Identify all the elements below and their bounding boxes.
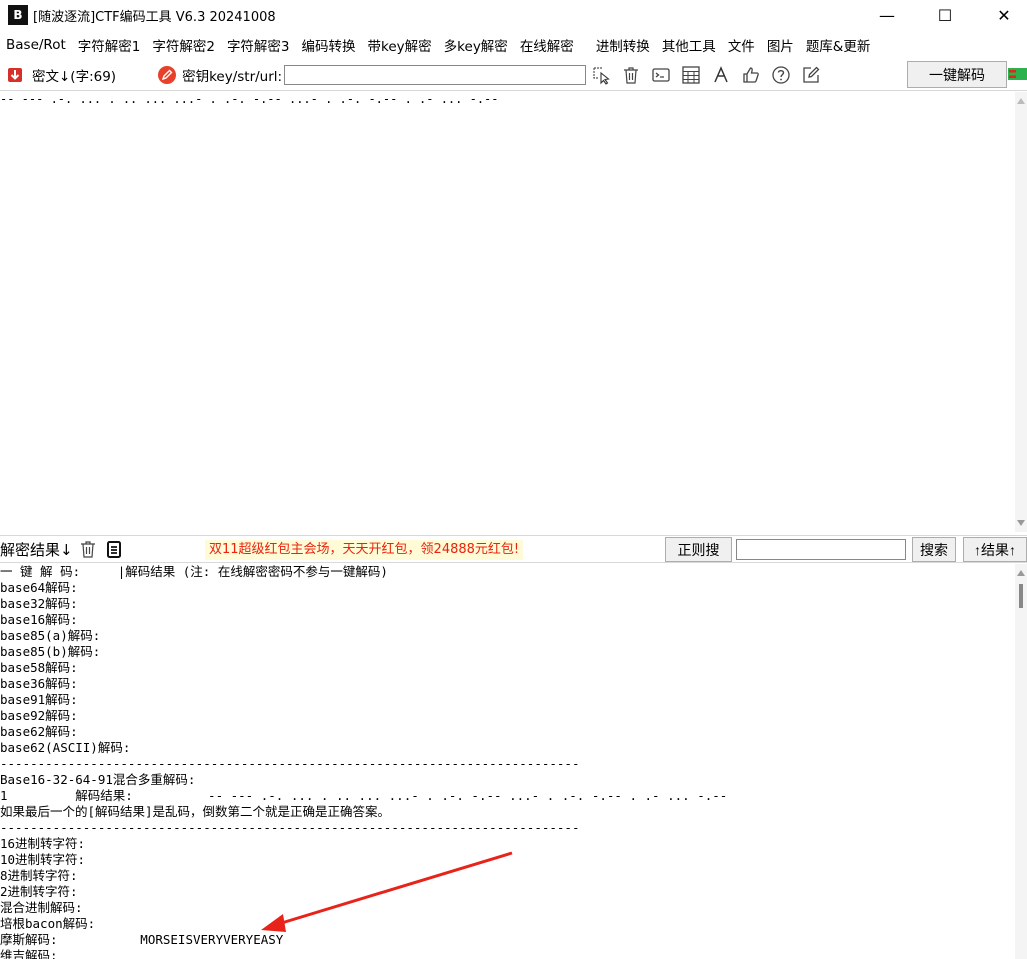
result-line-morse: 摩斯解码: MORSEISVERYVERYEASY [0,932,284,947]
result-line-base85b: base85(b)解码: [0,644,101,659]
key-label: 密钥key/str/url: [182,68,283,85]
menu-char-decrypt-3[interactable]: 字符解密3 [221,35,296,55]
maximize-button[interactable]: ☐ [922,0,968,30]
result-line-mixed-radix: 混合进制解码: [0,900,83,915]
minimize-button[interactable]: — [864,0,910,30]
menu-char-decrypt-2[interactable]: 字符解密2 [146,35,221,55]
result-line-octal: 8进制转字符: [0,868,78,883]
result-textarea[interactable]: 一 键 解 码: |解码结果 (注: 在线解密密码不参与一键解码) base64… [0,564,1015,959]
menu-online-decrypt[interactable]: 在线解密 [514,35,580,55]
menu-bar: Base/Rot 字符解密1 字符解密2 字符解密3 编码转换 带key解密 多… [0,31,1027,59]
key-icon [156,64,178,86]
menu-char-decrypt-1[interactable]: 字符解密1 [72,35,147,55]
result-line-binary: 2进制转字符: [0,884,78,899]
result-line-base32: base32解码: [0,596,78,611]
result-title: 解密结果↓ [0,540,73,559]
menu-base-convert[interactable]: 进制转换 [590,35,656,55]
menu-multi-key-decrypt[interactable]: 多key解密 [438,35,514,55]
title-bar: B [随波逐流]CTF编码工具 V6.3 20241008 — ☐ ✕ [0,0,1027,30]
result-line-bacon: 培根bacon解码: [0,916,96,931]
menu-image[interactable]: 图片 [761,35,800,55]
result-separator: ----------------------------------------… [0,756,580,771]
cipher-textarea[interactable]: -- --- .-. ... . .. ... ...- . .-. -.-- … [0,92,1015,532]
result-line-base36: base36解码: [0,676,78,691]
menu-encoding-convert[interactable]: 编码转换 [296,35,362,55]
toolbar: 密文↓(字:69) 密钥key/str/url: 一键解码 [0,59,1027,91]
result-line-note: 如果最后一个的[解码结果]是乱码，倒数第二个就是正确是正确答案。 [0,804,391,819]
key-input[interactable] [284,64,587,85]
result-line-base58: base58解码: [0,660,78,675]
result-line-header: 一 键 解 码: |解码结果 (注: 在线解密密码不参与一键解码) [0,564,388,579]
result-line-base91: base91解码: [0,692,78,707]
promo-banner[interactable]: 双11超级红包主会场，天天开红包，领24888元红包! [205,540,524,560]
copy-result-icon[interactable] [103,538,125,560]
menu-other-tools[interactable]: 其他工具 [656,35,722,55]
search-input[interactable] [736,539,906,560]
clear-result-icon[interactable] [77,538,99,560]
trash-icon[interactable] [620,64,642,86]
one-key-decode-button[interactable]: 一键解码 [907,61,1007,88]
window-title: [随波逐流]CTF编码工具 V6.3 20241008 [33,9,276,25]
thumbs-up-icon[interactable] [740,64,762,86]
calculator-icon[interactable] [680,64,702,86]
regex-search-button[interactable]: 正则搜 [665,537,732,562]
result-line-hex: 16进制转字符: [0,836,86,851]
result-line-vigenere: 维吉解码: [0,948,58,959]
result-line-base64: base64解码: [0,580,78,595]
help-icon[interactable] [770,64,792,86]
menu-key-decrypt[interactable]: 带key解密 [362,35,438,55]
result-line-mixed-base: Base16-32-64-91混合多重解码: [0,772,196,787]
import-icon[interactable] [4,64,26,86]
result-line-decimal: 10进制转字符: [0,852,86,867]
app-logo: B [8,5,28,25]
result-toolbar: 解密结果↓ 双11超级红包主会场，天天开红包，领24888元红包! 正则搜 搜索… [0,535,1027,563]
search-button[interactable]: 搜索 [912,537,956,562]
result-line-mixed-result: 1 解码结果: -- --- .-. ... . .. ... ...- . .… [0,788,728,803]
edit-icon[interactable] [800,64,822,86]
terminal-icon[interactable] [650,64,672,86]
equals-icon[interactable] [1008,65,1027,83]
result-scrollbar[interactable] [1015,564,1027,959]
menu-questions-update[interactable]: 题库&更新 [800,35,877,55]
result-line-base85a: base85(a)解码: [0,628,101,643]
select-icon[interactable] [590,64,612,86]
cipher-scrollbar[interactable] [1015,92,1027,532]
result-up-button[interactable]: ↑结果↑ [963,537,1027,562]
result-line-base62: base62解码: [0,724,78,739]
result-line-base62-ascii: base62(ASCII)解码: [0,740,131,755]
result-line-base16: base16解码: [0,612,78,627]
menu-base-rot[interactable]: Base/Rot [0,37,72,53]
menu-file[interactable]: 文件 [722,35,761,55]
font-icon[interactable] [710,64,732,86]
cipher-label: 密文↓(字:69) [32,68,117,85]
result-separator: ----------------------------------------… [0,820,580,835]
result-line-base92: base92解码: [0,708,78,723]
close-button[interactable]: ✕ [981,0,1027,30]
